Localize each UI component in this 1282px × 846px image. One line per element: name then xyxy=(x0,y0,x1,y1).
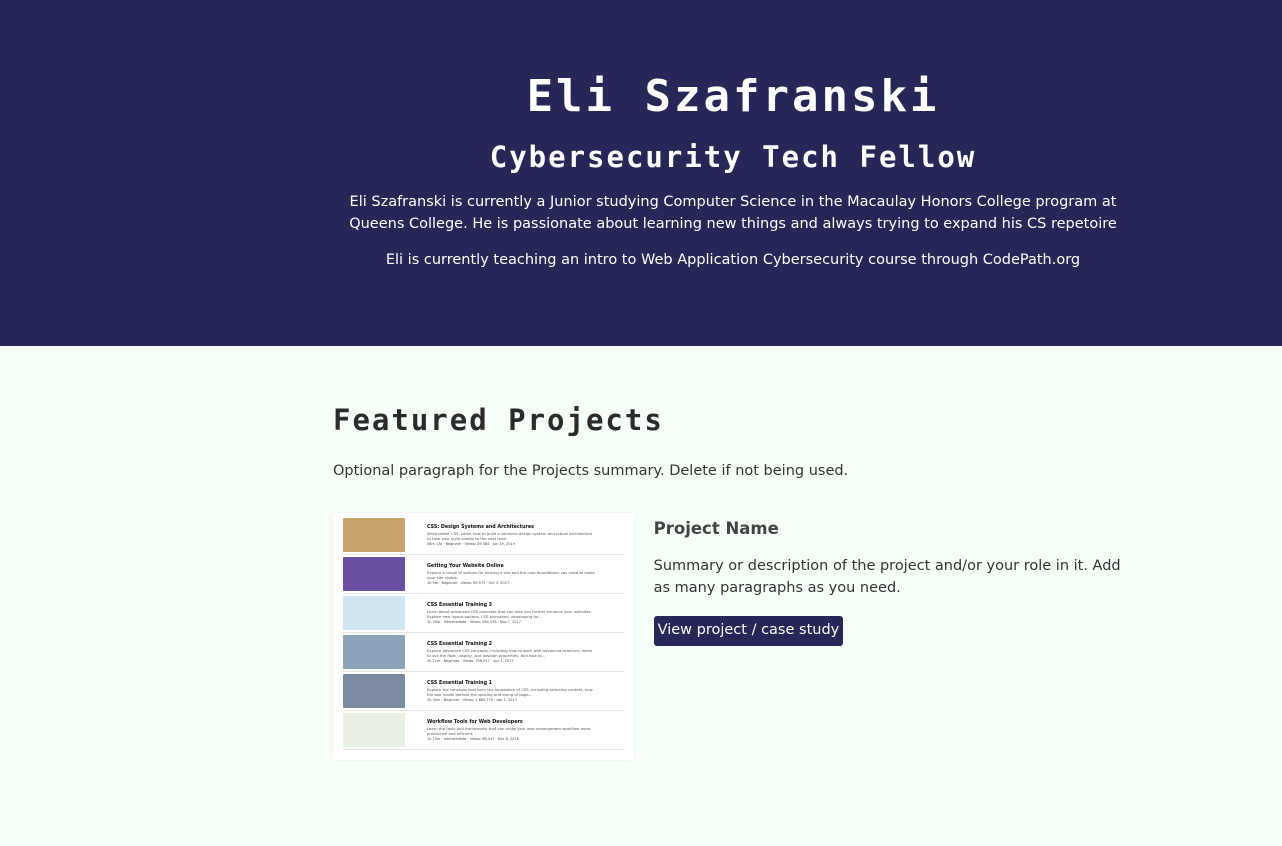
person-name: Eli Szafranski xyxy=(526,71,940,122)
thumbnail-course-row: CSS: Design Systems and Architectures Wri… xyxy=(343,516,624,555)
section-title: Featured Projects xyxy=(333,403,664,437)
course-image xyxy=(343,518,405,552)
teaching-paragraph: Eli is currently teaching an intro to We… xyxy=(385,252,1081,268)
course-text: CSS: Design Systems and Architectures Wri… xyxy=(427,524,597,547)
project-card: CSS: Design Systems and Architectures Wri… xyxy=(333,513,1133,760)
course-meta: 58m 13s · Beginner · Views: 29,584 · Jun… xyxy=(427,541,515,546)
project-description: Summary or description of the project an… xyxy=(653,558,1121,596)
course-title: CSS: Design Systems and Architectures xyxy=(427,524,534,530)
course-title: CSS Essential Training 2 xyxy=(427,641,493,647)
course-description: Write better CSS. Learn how to build a c… xyxy=(427,530,593,541)
course-text: Workflow Tools for Web Developers Learn t… xyxy=(427,719,597,742)
course-meta: 1h 5m · Beginner · Views: 99,573 · Oct 3… xyxy=(427,580,510,585)
course-description: Explore advanced CSS concepts, including… xyxy=(427,647,593,658)
course-title: Workflow Tools for Web Developers xyxy=(427,719,523,725)
hero-header: Eli Szafranski Cybersecurity Tech Fellow… xyxy=(0,0,1282,346)
thumbnail-course-row: CSS Essential Training 1 Explore the conc… xyxy=(343,672,624,711)
hero-content: Eli Szafranski Cybersecurity Tech Fellow… xyxy=(330,70,1136,271)
project-info: Project Name Summary or description of t… xyxy=(653,513,1133,760)
course-text: CSS Essential Training 3 Learn about adva… xyxy=(427,602,597,625)
course-meta: 1h 15m · Intermediate · Views: 98,437 · … xyxy=(427,736,519,741)
bio-paragraph: Eli Szafranski is currently a Junior stu… xyxy=(349,194,1117,232)
course-text: Getting Your Website Online Explore a ran… xyxy=(427,563,597,586)
course-image xyxy=(343,674,405,708)
person-role: Cybersecurity Tech Fellow xyxy=(489,140,977,174)
course-image xyxy=(343,596,405,630)
course-image xyxy=(343,713,405,747)
course-meta: 1h 30m · Intermediate · Views: 264,278 ·… xyxy=(427,619,521,624)
course-description: Explore the concepts that form the found… xyxy=(427,686,593,697)
project-thumbnail: CSS: Design Systems and Architectures Wri… xyxy=(333,513,634,760)
course-title: CSS Essential Training 1 xyxy=(427,680,493,686)
course-image xyxy=(343,635,405,669)
course-title: Getting Your Website Online xyxy=(427,563,504,569)
thumbnail-course-row: CSS Essential Training 3 Learn about adva… xyxy=(343,594,624,633)
course-meta: 2h 30m · Beginner · Views: 1,665,775 · A… xyxy=(427,697,517,702)
projects-summary: Optional paragraph for the Projects summ… xyxy=(333,463,849,479)
course-description: Learn about advanced CSS concepts that c… xyxy=(427,608,592,619)
thumbnail-course-row: CSS Essential Training 2 Explore advanced… xyxy=(343,633,624,672)
project-name: Project Name xyxy=(653,519,779,538)
course-description: Explore a range of options for hosting a… xyxy=(427,569,595,580)
course-text: CSS Essential Training 2 Explore advanced… xyxy=(427,641,597,664)
course-image xyxy=(343,557,405,591)
course-title: CSS Essential Training 3 xyxy=(427,602,493,608)
featured-projects-section: Featured Projects Optional paragraph for… xyxy=(333,346,1133,760)
course-text: CSS Essential Training 1 Explore the conc… xyxy=(427,680,597,703)
course-description: Learn the tools and frameworks that can … xyxy=(427,725,591,736)
thumbnail-course-row: Workflow Tools for Web Developers Learn t… xyxy=(343,711,624,750)
thumbnail-course-row: Getting Your Website Online Explore a ran… xyxy=(343,555,624,594)
view-project-button[interactable]: View project / case study xyxy=(653,616,844,646)
course-meta: 2h 21m · Beginner · Views: 706,017 · Apr… xyxy=(427,658,514,663)
